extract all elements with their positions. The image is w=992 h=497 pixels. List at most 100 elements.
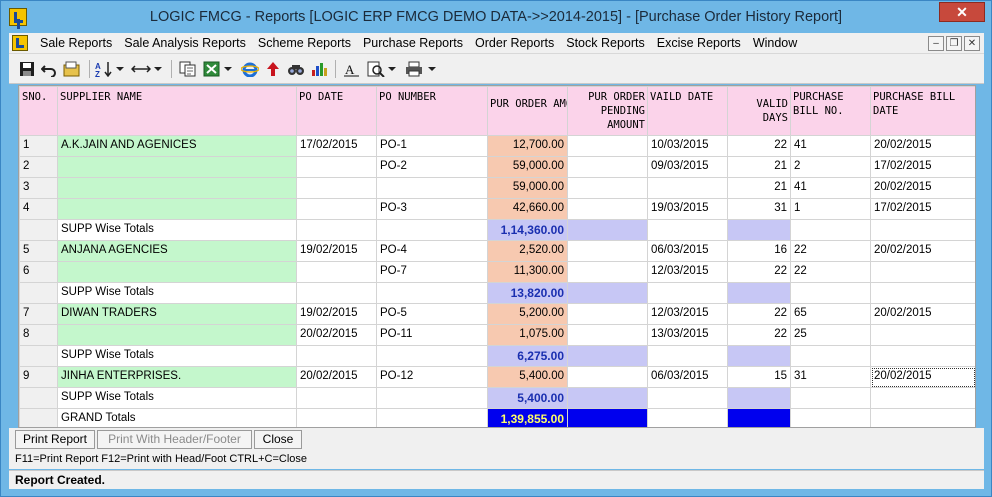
header-sno[interactable]: SNO.: [19, 86, 58, 136]
cell-pur-order-amount[interactable]: 5,400.00: [487, 366, 568, 388]
cell-valid-days[interactable]: 22: [727, 324, 791, 346]
cell-sno[interactable]: 5: [19, 240, 58, 262]
cell-valid-days[interactable]: 21: [727, 156, 791, 178]
cell-valid-days[interactable]: 21: [727, 177, 791, 199]
cell-sno[interactable]: [19, 387, 58, 409]
total-label[interactable]: SUPP Wise Totals: [57, 219, 297, 241]
cell-purchase-bill-date[interactable]: [870, 324, 975, 346]
total-pending-amount[interactable]: [567, 387, 648, 409]
total-amount[interactable]: 13,820.00: [487, 282, 568, 304]
cell-po-number[interactable]: PO-5: [376, 303, 488, 325]
menu-item-purchase-reports[interactable]: Purchase Reports: [363, 36, 463, 50]
cell-valid-days[interactable]: 22: [727, 261, 791, 283]
empty-cell[interactable]: [647, 408, 728, 427]
cell-valid-date[interactable]: 09/03/2015: [647, 156, 728, 178]
internet-explorer-icon[interactable]: [241, 61, 259, 77]
total-valid-days[interactable]: [727, 345, 791, 367]
cell-po-date[interactable]: 19/02/2015: [296, 240, 377, 262]
menu-item-sale-reports[interactable]: Sale Reports: [40, 36, 112, 50]
table-row[interactable]: 9 JINHA ENTERPRISES. 20/02/2015 PO-12 5,400.…: [19, 366, 975, 388]
empty-cell[interactable]: [790, 219, 871, 241]
cell-valid-date[interactable]: 19/03/2015: [647, 198, 728, 220]
supplier-total-row[interactable]: SUPP Wise Totals 13,820.00: [19, 282, 975, 304]
cell-sno[interactable]: 6: [19, 261, 58, 283]
cell-purchase-bill-no[interactable]: 2: [790, 156, 871, 178]
table-row[interactable]: 4 PO-3 42,660.00 19/03/2015 31 1 17/02/2015: [19, 198, 975, 220]
cell-valid-days[interactable]: 16: [727, 240, 791, 262]
header-purchase-bill-no[interactable]: PURCHASE BILL NO.: [790, 86, 871, 136]
total-pending-amount[interactable]: [567, 219, 648, 241]
empty-cell[interactable]: [647, 282, 728, 304]
cell-pur-order-amount[interactable]: 1,075.00: [487, 324, 568, 346]
child-window-icon[interactable]: [12, 35, 28, 51]
print-with-header-footer-button[interactable]: Print With Header/Footer: [97, 430, 252, 449]
report-grid[interactable]: SNO. SUPPLIER NAME PO DATE PO NUMBER PUR…: [18, 85, 976, 428]
total-pending-amount[interactable]: [567, 282, 648, 304]
cell-po-date[interactable]: [296, 198, 377, 220]
cell-pending-amount[interactable]: [567, 324, 648, 346]
cell-supplier-name[interactable]: ANJANA AGENCIES: [57, 240, 297, 262]
table-row[interactable]: 5 ANJANA AGENCIES 19/02/2015 PO-4 2,520.00 06…: [19, 240, 975, 262]
header-valid-date[interactable]: VAILD DATE: [647, 86, 728, 136]
total-amount[interactable]: 5,400.00: [487, 387, 568, 409]
window-close-button[interactable]: ✕: [939, 2, 985, 22]
cell-purchase-bill-date[interactable]: 20/02/2015: [870, 303, 975, 325]
table-row[interactable]: 2 PO-2 59,000.00 09/03/2015 21 2 17/02/2015: [19, 156, 975, 178]
dropdown-arrow-icon[interactable]: [387, 61, 397, 77]
empty-cell[interactable]: [870, 345, 975, 367]
empty-cell[interactable]: [296, 345, 377, 367]
mdi-close-button[interactable]: ✕: [964, 36, 980, 51]
dropdown-arrow-icon[interactable]: [223, 61, 233, 77]
total-valid-days[interactable]: [727, 408, 791, 427]
empty-cell[interactable]: [296, 408, 377, 427]
header-pending-amount[interactable]: PUR ORDER PENDING AMOUNT: [567, 86, 648, 136]
supplier-total-row[interactable]: SUPP Wise Totals 5,400.00: [19, 387, 975, 409]
folder-icon[interactable]: [63, 61, 81, 77]
mdi-minimize-button[interactable]: –: [928, 36, 944, 51]
grand-total-row[interactable]: GRAND Totals 1,39,855.00: [19, 408, 975, 427]
dropdown-arrow-icon[interactable]: [153, 61, 163, 77]
cell-sno[interactable]: [19, 345, 58, 367]
cell-sno[interactable]: 4: [19, 198, 58, 220]
menu-item-window[interactable]: Window: [753, 36, 797, 50]
header-po-date[interactable]: PO DATE: [296, 86, 377, 136]
cell-pur-order-amount[interactable]: 11,300.00: [487, 261, 568, 283]
table-row[interactable]: 7 DIWAN TRADERS 19/02/2015 PO-5 5,200.00 12/0…: [19, 303, 975, 325]
cell-sno[interactable]: 8: [19, 324, 58, 346]
cell-po-date[interactable]: 17/02/2015: [296, 135, 377, 157]
empty-cell[interactable]: [647, 387, 728, 409]
total-amount[interactable]: 1,39,855.00: [487, 408, 568, 427]
empty-cell[interactable]: [376, 408, 488, 427]
cell-po-number[interactable]: PO-1: [376, 135, 488, 157]
cell-pur-order-amount[interactable]: 2,520.00: [487, 240, 568, 262]
dropdown-arrow-icon[interactable]: [115, 61, 125, 77]
cell-sno[interactable]: 3: [19, 177, 58, 199]
find-icon[interactable]: [287, 61, 305, 77]
table-row[interactable]: 6 PO-7 11,300.00 12/03/2015 22 22: [19, 261, 975, 283]
empty-cell[interactable]: [376, 282, 488, 304]
table-row[interactable]: 1 A.K.JAIN AND AGENICES 17/02/2015 PO-1 12,7…: [19, 135, 975, 157]
cell-sno[interactable]: [19, 219, 58, 241]
cell-po-number[interactable]: [376, 177, 488, 199]
menu-item-stock-reports[interactable]: Stock Reports: [566, 36, 645, 50]
supplier-total-row[interactable]: SUPP Wise Totals 1,14,360.00: [19, 219, 975, 241]
total-pending-amount[interactable]: [567, 345, 648, 367]
cell-supplier-name[interactable]: [57, 156, 297, 178]
cell-pur-order-amount[interactable]: 12,700.00: [487, 135, 568, 157]
cell-supplier-name[interactable]: DIWAN TRADERS: [57, 303, 297, 325]
cell-purchase-bill-date[interactable]: 17/02/2015: [870, 198, 975, 220]
empty-cell[interactable]: [647, 345, 728, 367]
cell-sno[interactable]: 7: [19, 303, 58, 325]
empty-cell[interactable]: [376, 219, 488, 241]
cell-valid-date[interactable]: 13/03/2015: [647, 324, 728, 346]
cell-pending-amount[interactable]: [567, 198, 648, 220]
table-row[interactable]: 8 20/02/2015 PO-11 1,075.00 13/03/2015 22 25: [19, 324, 975, 346]
cell-sno[interactable]: 1: [19, 135, 58, 157]
cell-sno[interactable]: [19, 282, 58, 304]
cell-valid-date[interactable]: 10/03/2015: [647, 135, 728, 157]
cell-purchase-bill-no[interactable]: 22: [790, 261, 871, 283]
print-report-button[interactable]: Print Report: [15, 430, 95, 449]
cell-purchase-bill-no[interactable]: 22: [790, 240, 871, 262]
empty-cell[interactable]: [376, 387, 488, 409]
save-icon[interactable]: [19, 61, 35, 77]
